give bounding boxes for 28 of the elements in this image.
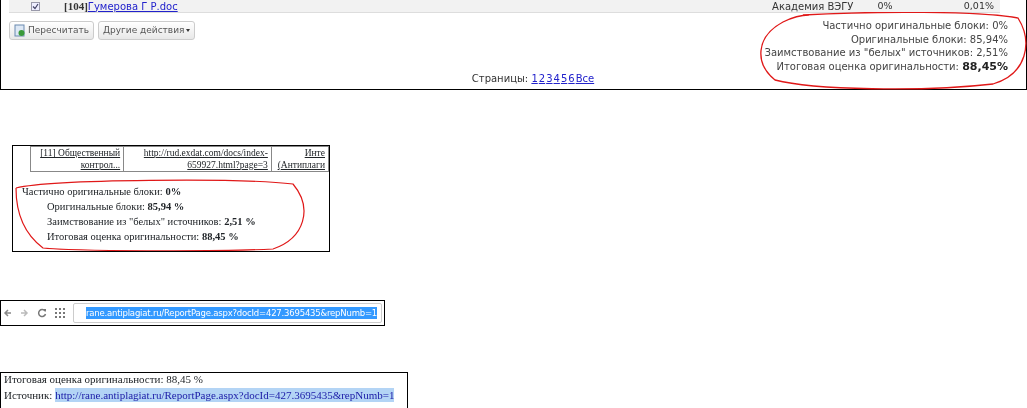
source-link[interactable]: http://rane.antiplagiat.ru/ReportPage.aspx?docId=427.3695435&repNumb=1: [55, 388, 395, 402]
stat-line: Частично оригинальные блоки: 0%: [821, 19, 1008, 33]
page-link[interactable]: 5: [560, 71, 568, 86]
page-link[interactable]: 2: [538, 71, 546, 86]
stat-line: Оригинальные блоки: 85,94%: [849, 32, 1008, 46]
stat-line: Заимствование из "белых" источников: 2,51%: [764, 46, 1008, 60]
table-cell-text: [104]: [63, 0, 88, 14]
stat-line: Оригинальные блоки: 85,94 %: [47, 200, 186, 214]
actions-dropdown[interactable]: Другие действия: [98, 21, 196, 40]
text-line: Итоговая оценка оригинальности: 88,45 %: [4, 374, 204, 385]
file-link[interactable]: Гумерова Г Р.doc: [87, 0, 637, 14]
page-link[interactable]: 1: [531, 71, 538, 86]
table-cell-text: 0,01%: [962, 0, 995, 13]
table-cell-text: Инте (Антиплаги: [276, 147, 325, 171]
stat-line: Итоговая оценка оригинальности: 88,45 %: [47, 230, 240, 244]
page-link[interactable]: 3: [546, 71, 553, 86]
stat-line: Частично оригинальные блоки: 0%: [22, 185, 183, 199]
pages-label: Страницы:: [471, 72, 530, 86]
source-label: Источник:: [4, 388, 54, 402]
page-link[interactable]: Все: [575, 71, 595, 86]
table-cell-text: Академия ВЭГУ: [771, 0, 855, 14]
stat-line: Заимствование из "белых" источников: 2,51 %: [47, 215, 257, 229]
table-cell-text: [11] Общественный контрол...: [39, 147, 121, 171]
page-link[interactable]: 4: [553, 71, 560, 86]
page-link[interactable]: 6: [568, 71, 575, 86]
stat-line: Итоговая оценка оригинальности: 88,45%: [775, 59, 1008, 73]
table-cell-text: 0%: [876, 0, 894, 13]
recalculate-button[interactable]: Пересчитать: [9, 21, 94, 40]
